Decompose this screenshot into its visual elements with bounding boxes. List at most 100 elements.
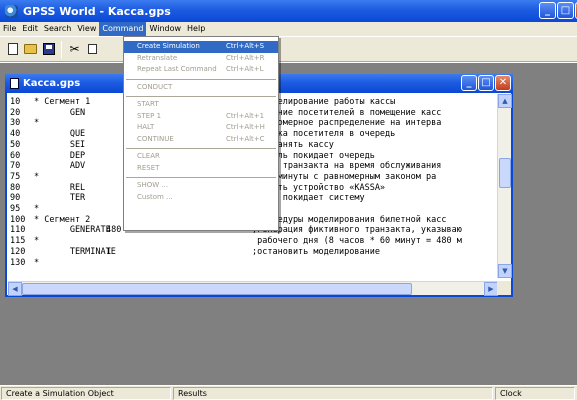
code-comment: ержка транзакта на время обслуживания [252,161,442,172]
menu-item-label: Repeat Last Command [137,65,217,73]
code-comment: тановка посетителя в очередь [252,129,396,140]
line-number: 110 [10,225,26,236]
menu-item-label: STEP 1 [137,111,162,120]
menu-item-label: SHOW ... [137,181,169,189]
menu-item-label: CLEAR [137,152,160,160]
doc-minimize-button[interactable]: _ [461,75,477,91]
code-label-op: REL [34,182,86,193]
menu-item-step-1[interactable]: STEP 1 Ctrl+Alt+1 [124,111,278,123]
scroll-left-icon[interactable]: ◀ [8,282,22,296]
code-comment: ободить устройство «KASSA» [252,182,386,193]
menu-item-custom[interactable]: Custom ... [124,192,278,204]
code-operand [106,258,178,269]
code-comment: рабочего дня (8 часов * 60 минут = 480 м [252,236,462,247]
menu-item-show[interactable]: SHOW ... [124,180,278,192]
menu-item-label: CONTINUE [137,134,174,143]
doc-maximize-button[interactable]: □ [478,75,494,91]
menu-item-repeat-last-command[interactable]: Repeat Last Command Ctrl+Alt+L [124,64,278,76]
line-number: 120 [10,246,26,257]
line-number: 75 [10,171,21,182]
code-label-op: * [34,171,40,182]
status-results: Results [173,387,493,400]
horizontal-scrollbar[interactable]: ◀ ▶ [8,281,498,296]
copy-icon[interactable] [84,41,101,57]
menu-item-reset[interactable]: RESET [124,163,278,175]
code-label-op: * [34,204,40,215]
toolbar-separator [61,41,62,58]
code-comment: ;остановить моделирование [252,246,380,257]
vertical-scroll-thumb[interactable] [499,158,511,188]
code-comment: тупление посетителей в помещение касс [252,107,442,118]
vertical-scrollbar[interactable]: ▲ ▼ [497,94,512,278]
new-doc-icon[interactable] [4,41,21,57]
command-dropdown-menu: Create Simulation Ctrl+Alt+S Retranslate Ct… [123,36,279,231]
menu-item-create-simulation[interactable]: Create Simulation Ctrl+Alt+S [124,41,278,53]
line-number: 10 [10,97,21,107]
code-operand: 1 [106,246,112,257]
menu-item-shortcut: Ctrl+Alt+L [226,65,264,73]
menu-command[interactable]: Command [99,22,147,36]
menu-file[interactable]: File [0,22,19,36]
menu-help[interactable]: Help [184,22,208,36]
code-label-op: TERMINATE [34,246,116,257]
line-number: 90 [10,193,21,204]
menu-item-label: START [137,100,159,108]
code-label-op: SEI [34,139,86,150]
menu-search[interactable]: Search [41,22,74,36]
scroll-right-icon[interactable]: ▶ [484,282,498,296]
status-clock: Clock [495,387,575,400]
code-comment [252,258,498,269]
line-number: 130 [10,257,26,268]
code-comment: е моделирование работы кассы [252,97,396,107]
code-label-op: QUE [34,129,86,140]
horizontal-scroll-thumb[interactable] [22,283,412,295]
line-number: 80 [10,182,21,193]
menu-view[interactable]: View [74,22,99,36]
doc-close-button[interactable]: ✕ [495,75,511,91]
menu-item-label: Custom ... [137,192,173,201]
status-bar: Create a Simulation Object Results Clock [0,385,577,400]
code-comment: ы ±2 минуты с равномерным законом ра [252,171,437,182]
gpss-app-icon [5,4,18,18]
toolbar: ✂ [0,36,577,62]
menu-item-shortcut: Ctrl+Alt+C [226,134,265,143]
menu-item-shortcut: Ctrl+Alt+R [226,53,265,62]
maximize-button[interactable]: □ [557,2,574,19]
menu-edit[interactable]: Edit [19,22,41,36]
menu-item-start[interactable]: START [124,99,278,111]
code-label-op: DEP [34,150,86,161]
menu-bar: File Edit Search View Command Window Hel… [0,22,577,36]
save-disk-icon[interactable] [40,41,57,57]
menu-item-continue[interactable]: CONTINUE Ctrl+Alt+C [124,134,278,146]
code-label-op: * Сегмент 1 [34,97,91,107]
code-line: 130 * [8,258,498,269]
menu-item-shortcut: Ctrl+Alt+H [226,123,265,131]
menu-item-retranslate[interactable]: Retranslate Ctrl+Alt+R [124,53,278,65]
menu-window[interactable]: Window [146,22,184,36]
cut-scissors-icon[interactable]: ✂ [66,41,83,57]
menu-item-halt[interactable]: HALT Ctrl+Alt+H [124,122,278,134]
minimize-button[interactable]: _ [539,2,556,19]
code-label-op: TER [34,193,86,204]
menu-item-conduct[interactable]: CONDUCT [124,82,278,94]
size-grip[interactable] [497,281,511,295]
menu-item-clear[interactable]: CLEAR [124,151,278,163]
code-label-op: * [34,257,40,268]
menu-item-label: RESET [137,163,160,172]
scroll-down-icon[interactable]: ▼ [498,264,512,278]
line-number: 20 [10,107,21,118]
menu-item-label: HALT [137,123,155,131]
code-extra [178,247,252,258]
line-number: 95 [10,204,21,215]
scroll-up-icon[interactable]: ▲ [498,94,512,108]
status-message: Create a Simulation Object [1,387,171,400]
code-operand [106,236,178,247]
code-label-op: ADV [34,161,86,172]
code-label-op: * [34,118,40,129]
open-folder-icon[interactable] [22,41,39,57]
menu-item-label: CONDUCT [137,82,173,91]
code-comment: етитель покидает очередь [252,150,375,161]
code-label-op: * Сегмент 2 [34,214,91,225]
line-number: 40 [10,129,21,140]
line-number: 60 [10,150,21,161]
